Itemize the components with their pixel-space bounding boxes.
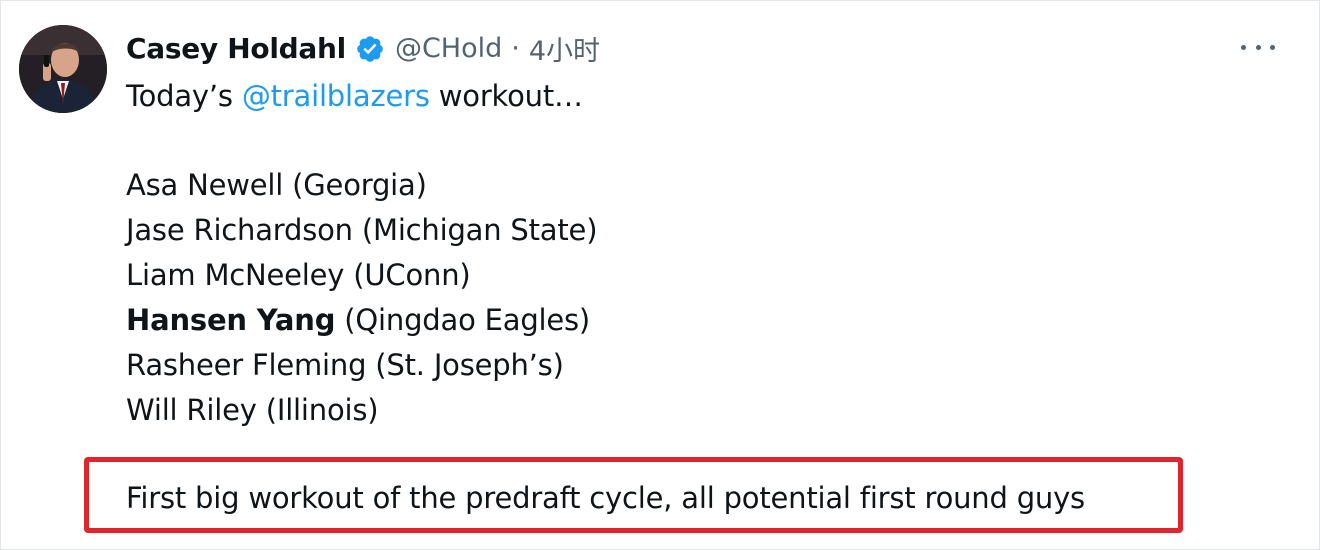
player-school: (Illinois)	[256, 393, 379, 427]
tweet-intro-line: Today’s @trailblazers workout…	[126, 74, 583, 119]
intro-suffix: workout…	[429, 79, 583, 113]
player-school: (UConn)	[344, 258, 471, 292]
player-school: (Qingdao Eagles)	[335, 303, 591, 337]
list-item: Rasheer Fleming (St. Joseph’s)	[126, 343, 597, 388]
player-name: Rasheer Fleming	[126, 348, 367, 382]
list-item: Hansen Yang (Qingdao Eagles)	[126, 298, 597, 343]
player-name-bold: Hansen Yang	[126, 303, 336, 337]
more-options-icon[interactable]	[1241, 37, 1275, 57]
author-handle[interactable]: @CHold	[395, 33, 502, 64]
list-item: Will Riley (Illinois)	[126, 388, 597, 433]
list-item: Asa Newell (Georgia)	[126, 163, 597, 208]
player-name: Liam McNeeley	[126, 258, 345, 292]
tweet-header: Casey Holdahl @CHold · 4小时	[126, 29, 600, 68]
list-item: Liam McNeeley (UConn)	[126, 253, 597, 298]
player-name: Asa Newell	[126, 168, 284, 202]
player-list: Asa Newell (Georgia) Jase Richardson (Mi…	[126, 163, 598, 433]
list-item: Jase Richardson (Michigan State)	[126, 208, 598, 253]
avatar[interactable]	[19, 25, 107, 113]
player-name: Will Riley	[126, 393, 257, 427]
mention-link[interactable]: @trailblazers	[242, 79, 430, 113]
author-name[interactable]: Casey Holdahl	[126, 32, 346, 65]
player-name: Jase Richardson	[126, 213, 353, 247]
player-school: (Georgia)	[283, 168, 427, 202]
tweet-card[interactable]: Casey Holdahl @CHold · 4小时 Today’s @trai…	[0, 0, 1320, 550]
verified-badge-icon	[357, 35, 383, 62]
intro-prefix: Today’s	[126, 79, 242, 113]
separator-dot: ·	[511, 33, 520, 64]
red-highlight-box	[84, 457, 1183, 533]
avatar-image	[19, 25, 107, 113]
timestamp[interactable]: 4小时	[529, 29, 600, 68]
player-school: (St. Joseph’s)	[366, 348, 564, 382]
player-school: (Michigan State)	[352, 213, 598, 247]
